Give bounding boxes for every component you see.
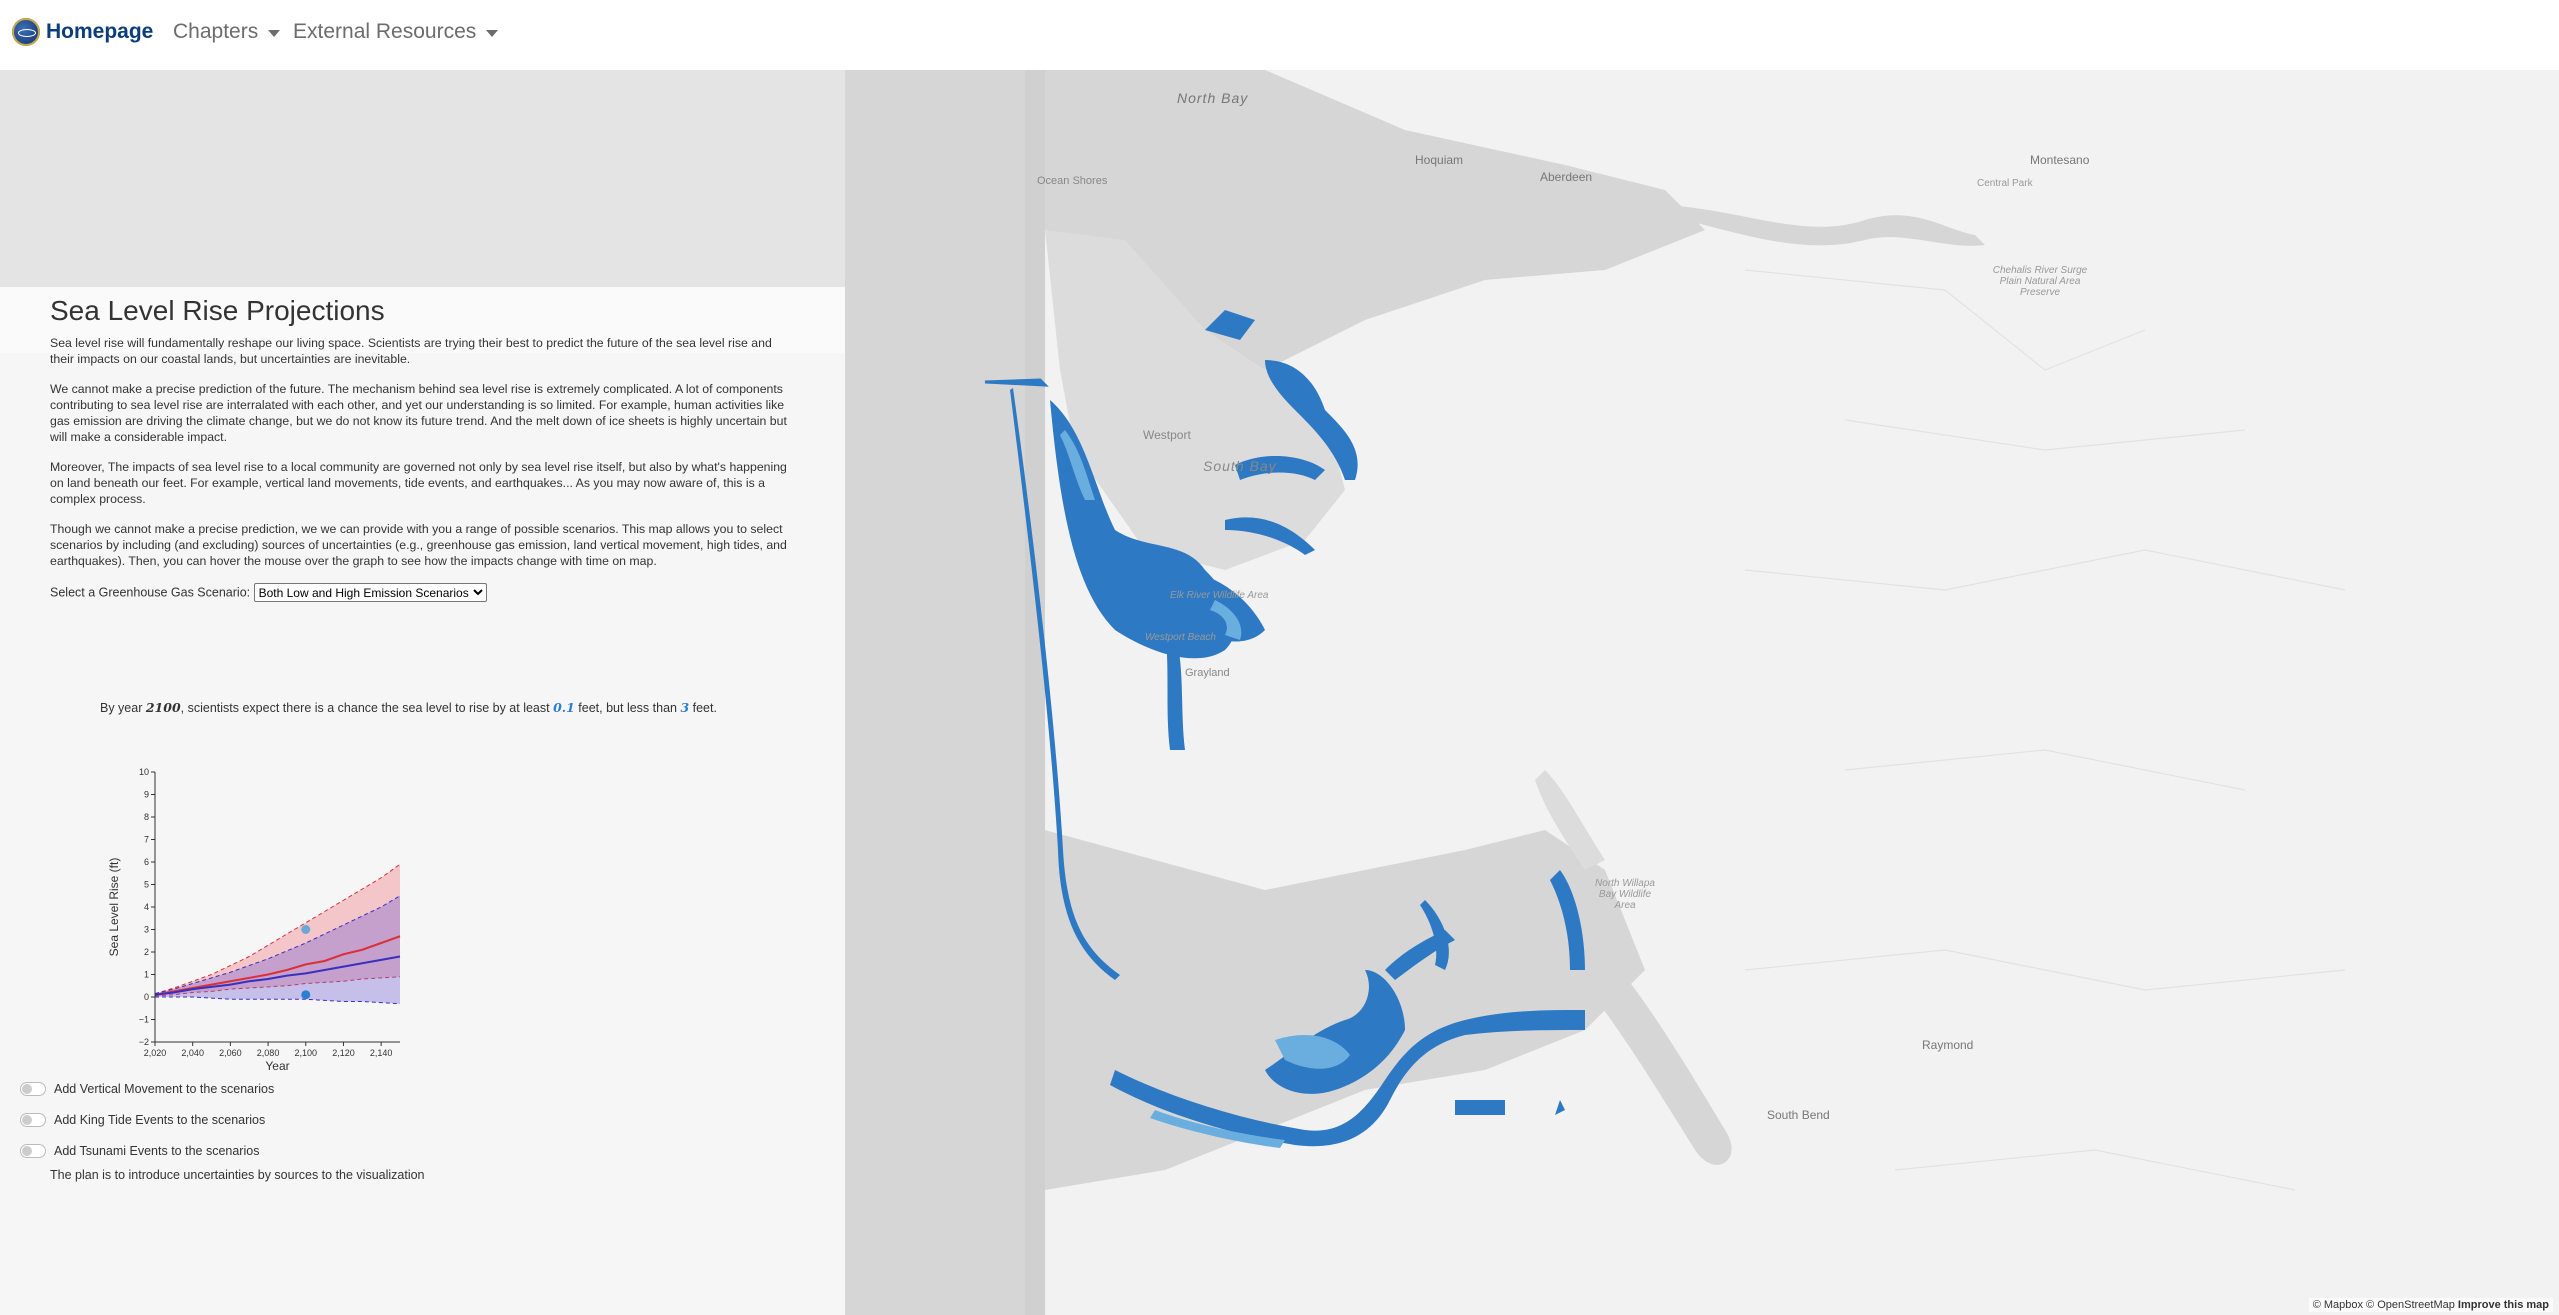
x-tick-label: 2,100: [295, 1048, 318, 1058]
coastline: [1025, 70, 1045, 1315]
brand-label: Homepage: [46, 20, 154, 43]
map-label-north-willapa: North Willapa Bay Wildlife Area: [1595, 878, 1655, 911]
projection-high-value: 3: [680, 700, 690, 715]
x-tick-label: 2,060: [219, 1048, 242, 1058]
y-tick-label: 7: [144, 835, 149, 845]
projection-suffix: feet.: [689, 701, 717, 715]
chevron-down-icon: [268, 29, 281, 37]
story-panel: [0, 70, 845, 1315]
sea-level-rise-chart[interactable]: −2 −1 0 1 2 3 4 5 6 7 8 9 10 2,020 2,040 2,060 2,080 2,10…: [100, 760, 420, 1070]
y-tick-label: 6: [144, 857, 149, 867]
page-title: Sea Level Rise Projections: [50, 295, 385, 326]
map-label-north-bay: North Bay: [1177, 90, 1249, 106]
toggle-label: Add Tsunami Events to the scenarios: [54, 1144, 260, 1158]
map-label-hoquiam: Hoquiam: [1415, 153, 1464, 167]
toggle-label: Add Vertical Movement to the scenarios: [54, 1082, 275, 1096]
nav-external-resources-dropdown[interactable]: External Resources: [293, 20, 499, 44]
story-content: Sea Level Rise Projections Sea level ris…: [50, 295, 790, 602]
y-tick-label: 3: [144, 925, 149, 935]
toggle-switch[interactable]: [20, 1082, 46, 1096]
attribution-text: © Mapbox © OpenStreetMap: [2312, 1299, 2455, 1311]
x-tick-label: 2,040: [181, 1048, 204, 1058]
x-tick-label: 2,020: [144, 1048, 167, 1058]
navbar: Homepage Chapters External Resources: [0, 0, 2559, 71]
paragraph-local-impacts: Moreover, The impacts of sea level rise …: [50, 460, 787, 506]
scenario-select-row: Select a Greenhouse Gas Scenario: Both L…: [50, 583, 790, 602]
toggle-switch[interactable]: [20, 1113, 46, 1127]
noaa-logo-icon: [12, 18, 40, 46]
map-label-westport: Westport: [1143, 428, 1191, 442]
pacific-ocean: [845, 70, 1045, 1315]
map-svg[interactable]: [845, 70, 2559, 1315]
y-tick-label: 5: [144, 880, 149, 890]
paragraph-prediction: We cannot make a precise prediction of t…: [50, 382, 787, 444]
land-parcels: [1744, 269, 2346, 1191]
y-tick-label: −1: [139, 1015, 149, 1025]
x-tick-label: 2,120: [332, 1048, 355, 1058]
y-tick-label: 9: [144, 790, 149, 800]
map-label-montesano: Montesano: [2030, 153, 2090, 167]
scenario-select-label: Select a Greenhouse Gas Scenario:: [50, 585, 251, 600]
chehalis-river: [1665, 205, 1985, 246]
map-label-aberdeen: Aberdeen: [1540, 170, 1593, 184]
y-tick-label: 1: [144, 970, 149, 980]
projection-low-value: 0.1: [553, 700, 575, 715]
map-label-westport-beach: Westport Beach: [1145, 632, 1216, 643]
toggle-label: Add King Tide Events to the scenarios: [54, 1113, 266, 1127]
brand-link[interactable]: Homepage: [12, 18, 153, 46]
paragraph-intro: Sea level rise will fundamentally reshap…: [50, 336, 772, 366]
plan-note: The plan is to introduce uncertainties b…: [50, 1168, 425, 1182]
y-tick-label: 8: [144, 812, 149, 822]
projection-sentence: By year 2100, scientists expect there is…: [100, 700, 717, 715]
map-label-south-bay: South Bay: [1203, 458, 1277, 474]
nav-chapters-dropdown[interactable]: Chapters: [173, 20, 281, 44]
map-label-south-bend: South Bend: [1767, 1108, 1830, 1122]
y-tick-label: −2: [139, 1037, 149, 1047]
improve-map-link[interactable]: Improve this map: [2458, 1299, 2549, 1311]
nav-external-resources-label: External Resources: [293, 20, 477, 43]
map-label-raymond: Raymond: [1922, 1038, 1974, 1052]
toggle-king-tide-row[interactable]: Add King Tide Events to the scenarios: [20, 1113, 265, 1127]
scenario-select[interactable]: Both Low and High Emission Scenarios: [253, 583, 487, 602]
map-label-central-park: Central Park: [1977, 178, 2033, 189]
y-tick-label: 2: [144, 947, 149, 957]
paragraph-scenarios: Though we cannot make a precise predicti…: [50, 522, 787, 568]
y-tick-label: 0: [144, 992, 149, 1002]
projection-mid2: feet, but less than: [574, 701, 681, 715]
y-tick-label: 4: [144, 902, 149, 912]
map-label-chehalis-preserve: Chehalis River Surge Plain Natural Area …: [1992, 265, 2088, 298]
projection-prefix: By year: [100, 701, 146, 715]
projection-year: 2100: [145, 700, 181, 715]
map-canvas[interactable]: North Bay Ocean Shores Hoquiam Aberdeen …: [845, 70, 2559, 1315]
x-axis-label: Year: [265, 1059, 289, 1070]
projection-mid1: , scientists expect there is a chance th…: [180, 701, 554, 715]
toggle-switch[interactable]: [20, 1144, 46, 1158]
map-label-elk-river: Elk River Wildlife Area: [1170, 590, 1269, 601]
map-label-grayland: Grayland: [1185, 667, 1230, 679]
chevron-down-icon: [486, 29, 499, 37]
x-tick-label: 2,080: [257, 1048, 280, 1058]
nav-chapters-label: Chapters: [173, 20, 259, 43]
hover-marker: [301, 990, 311, 1000]
toggle-vertical-movement-row[interactable]: Add Vertical Movement to the scenarios: [20, 1082, 274, 1096]
map-label-ocean-shores: Ocean Shores: [1037, 175, 1108, 187]
y-tick-label: 10: [139, 767, 149, 777]
panel-header-area: [0, 70, 845, 287]
toggle-tsunami-row[interactable]: Add Tsunami Events to the scenarios: [20, 1144, 259, 1158]
y-axis-label: Sea Level Rise (ft): [107, 858, 121, 957]
hover-marker: [301, 925, 311, 934]
map-attribution: © Mapbox © OpenStreetMap Improve this ma…: [2308, 1298, 2553, 1312]
x-tick-label: 2,140: [370, 1048, 393, 1058]
